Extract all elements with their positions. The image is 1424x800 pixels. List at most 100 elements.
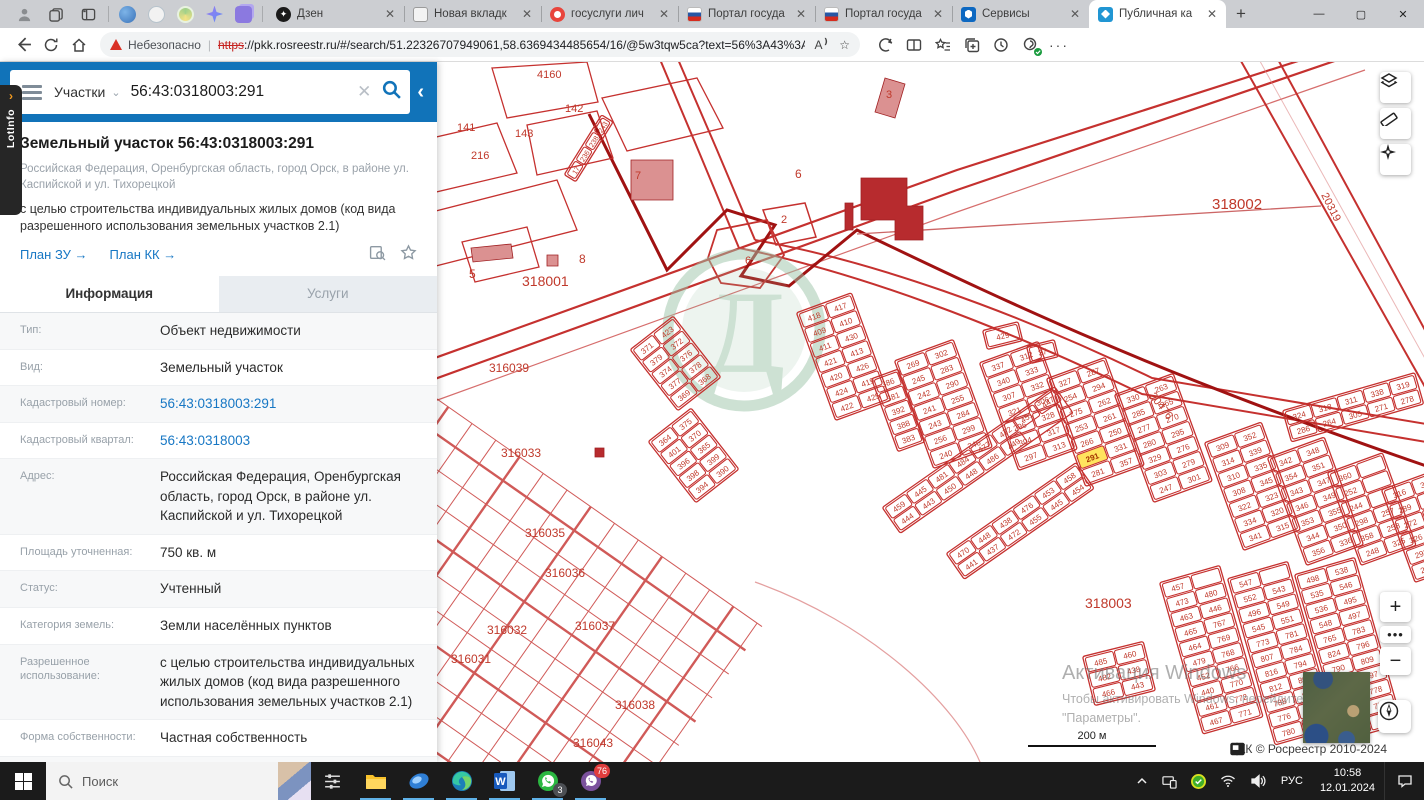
- map-attribution: ПКК © Росреестр 2010-2024: [1229, 742, 1414, 756]
- close-button[interactable]: ✕: [1382, 0, 1424, 28]
- profile-icon[interactable]: [15, 5, 33, 23]
- parcel-cell[interactable]: [1258, 563, 1291, 586]
- widgets-thumbnail[interactable]: [278, 762, 311, 800]
- address-bar[interactable]: Небезопасно | https ://pkk.rosreestr.ru/…: [100, 32, 860, 57]
- favorite-star-icon[interactable]: ☆: [839, 38, 850, 52]
- browser-tab-6[interactable]: Публичная ка ✕: [1089, 0, 1226, 28]
- browser-tab-5[interactable]: Сервисы ✕: [952, 0, 1089, 28]
- taskbar-app-viber[interactable]: 76: [569, 762, 612, 800]
- tab-close-icon[interactable]: ✕: [382, 7, 398, 21]
- volume-icon[interactable]: [1243, 773, 1273, 789]
- clear-search-icon[interactable]: ✕: [357, 82, 371, 102]
- collections-icon[interactable]: [959, 32, 985, 58]
- menu-icon[interactable]: [22, 82, 42, 103]
- more-menu-icon[interactable]: ···: [1046, 32, 1072, 58]
- extension-globe-icon[interactable]: [119, 5, 136, 23]
- parcel-cell[interactable]: [1190, 567, 1223, 590]
- search-icon[interactable]: [381, 79, 402, 105]
- measure-ruler-button[interactable]: [1380, 108, 1411, 139]
- extension-leaf-icon[interactable]: [177, 5, 194, 23]
- search-input[interactable]: [130, 83, 348, 101]
- tab-title: Дзен: [297, 8, 324, 20]
- collapse-panel-icon[interactable]: ‹: [410, 81, 433, 104]
- plan-zu-link[interactable]: План ЗУ →: [20, 247, 88, 262]
- browser-tab-3[interactable]: Портал госуда ✕: [678, 0, 815, 28]
- tab-close-icon[interactable]: ✕: [1067, 7, 1083, 21]
- tab-close-icon[interactable]: ✕: [930, 7, 946, 21]
- taskbar-app-photos[interactable]: [397, 762, 440, 800]
- tab-close-icon[interactable]: ✕: [519, 7, 535, 21]
- browser-tab-0[interactable]: Дзен ✕: [267, 0, 404, 28]
- minimize-button[interactable]: —: [1298, 0, 1340, 28]
- explorer-icon: [364, 769, 388, 793]
- home-icon[interactable]: [66, 32, 92, 58]
- browser-tab-2[interactable]: госуслуги лич ✕: [541, 0, 678, 28]
- zoom-out-button[interactable]: −: [1380, 647, 1411, 675]
- cast-device-icon[interactable]: [1155, 774, 1184, 789]
- back-icon[interactable]: [10, 32, 36, 58]
- new-tab-button[interactable]: +: [1226, 4, 1256, 24]
- attribute-value-link[interactable]: 56:43:0318003: [160, 431, 423, 451]
- cadastral-map[interactable]: Д 371 423 379 372 374 376 377 378 369 368 364 375 401…: [437, 62, 1424, 762]
- parcel-block[interactable]: 485 460 482 438 466 443: [1082, 641, 1156, 706]
- antivirus-icon[interactable]: [1184, 773, 1213, 789]
- security-warning-label[interactable]: Небезопасно: [128, 38, 201, 52]
- tab-actions-icon[interactable]: [79, 5, 97, 23]
- read-aloud-icon[interactable]: A❫: [815, 37, 830, 52]
- taskbar-app-edge[interactable]: [440, 762, 483, 800]
- notification-center-icon[interactable]: [1384, 762, 1424, 800]
- more-tools-button[interactable]: •••: [1380, 626, 1411, 643]
- panel-tab-services[interactable]: Услуги: [218, 275, 437, 312]
- tab-close-icon[interactable]: ✕: [656, 7, 672, 21]
- extension-squares-icon[interactable]: [235, 5, 252, 23]
- chevron-down-icon[interactable]: ⌄: [111, 86, 120, 99]
- tab-close-icon[interactable]: ✕: [1204, 7, 1220, 21]
- taskbar-app-explorer[interactable]: [354, 762, 397, 800]
- search-category[interactable]: Участки: [54, 84, 105, 100]
- locate-point-button[interactable]: [1380, 144, 1411, 175]
- language-indicator[interactable]: РУС: [1273, 775, 1311, 787]
- sync-status-icon[interactable]: [1017, 32, 1043, 58]
- browser-essentials-icon[interactable]: [872, 32, 898, 58]
- parcel-block[interactable]: 3093523143393103353083453223233343203413…: [1204, 422, 1301, 551]
- history-icon[interactable]: [988, 32, 1014, 58]
- plan-kk-link[interactable]: План КК →: [110, 247, 177, 262]
- extension-circle-icon[interactable]: [148, 5, 165, 23]
- tab-close-icon[interactable]: ✕: [793, 7, 809, 21]
- workspaces-icon[interactable]: [47, 5, 65, 23]
- url-text[interactable]: ://pkk.rosreestr.ru/#/search/51.22326707…: [244, 38, 805, 52]
- parcel-cell[interactable]: [1416, 486, 1424, 510]
- tray-chevron-icon[interactable]: [1129, 775, 1155, 787]
- parcel-block[interactable]: 3302632852652772702802953292763032792473…: [1114, 373, 1213, 503]
- refresh-icon[interactable]: [38, 32, 64, 58]
- map-canvas[interactable]: Д371423379372374376377378369368364375401…: [437, 62, 1424, 762]
- favorites-icon[interactable]: [930, 32, 956, 58]
- panel-tab-information[interactable]: Информация: [0, 275, 219, 312]
- zoom-in-button[interactable]: +: [1380, 592, 1411, 622]
- layers-button[interactable]: [1380, 72, 1411, 103]
- lotinfo-side-tab[interactable]: › LotInfo: [0, 85, 22, 215]
- favorite-icon[interactable]: [400, 244, 417, 266]
- wifi-icon[interactable]: [1213, 773, 1243, 789]
- browser-tab-1[interactable]: Новая вкладк ✕: [404, 0, 541, 28]
- tab-title: Публичная ка: [1119, 8, 1193, 20]
- taskbar-app-word[interactable]: W: [483, 762, 526, 800]
- browser-tab-4[interactable]: Портал госуда ✕: [815, 0, 952, 28]
- parcel-block[interactable]: 3272872542942752622532612662502913312813…: [1046, 357, 1145, 487]
- parcel-block[interactable]: 364375401370396365398399394390: [648, 408, 739, 503]
- task-view-button[interactable]: [311, 762, 354, 800]
- start-button[interactable]: [0, 762, 46, 800]
- taskbar-app-whatsapp[interactable]: 3: [526, 762, 569, 800]
- parcel-block[interactable]: 324318311338319286264305271278: [1282, 372, 1424, 443]
- clock[interactable]: 10:58 12.01.2024: [1311, 766, 1384, 796]
- attribute-value: Земельный участок: [160, 359, 283, 375]
- compass-button[interactable]: [1378, 700, 1411, 733]
- minimap-satellite-thumbnail[interactable]: [1303, 672, 1370, 743]
- preview-icon[interactable]: [369, 244, 386, 266]
- attribute-value-link[interactable]: 56:43:0318003:291: [160, 394, 423, 414]
- split-screen-icon[interactable]: [901, 32, 927, 58]
- taskbar-search[interactable]: Поиск: [46, 762, 278, 800]
- parcel-cell[interactable]: [1356, 455, 1387, 479]
- extension-copilot-icon[interactable]: [206, 5, 223, 23]
- maximize-button[interactable]: ▢: [1340, 0, 1382, 28]
